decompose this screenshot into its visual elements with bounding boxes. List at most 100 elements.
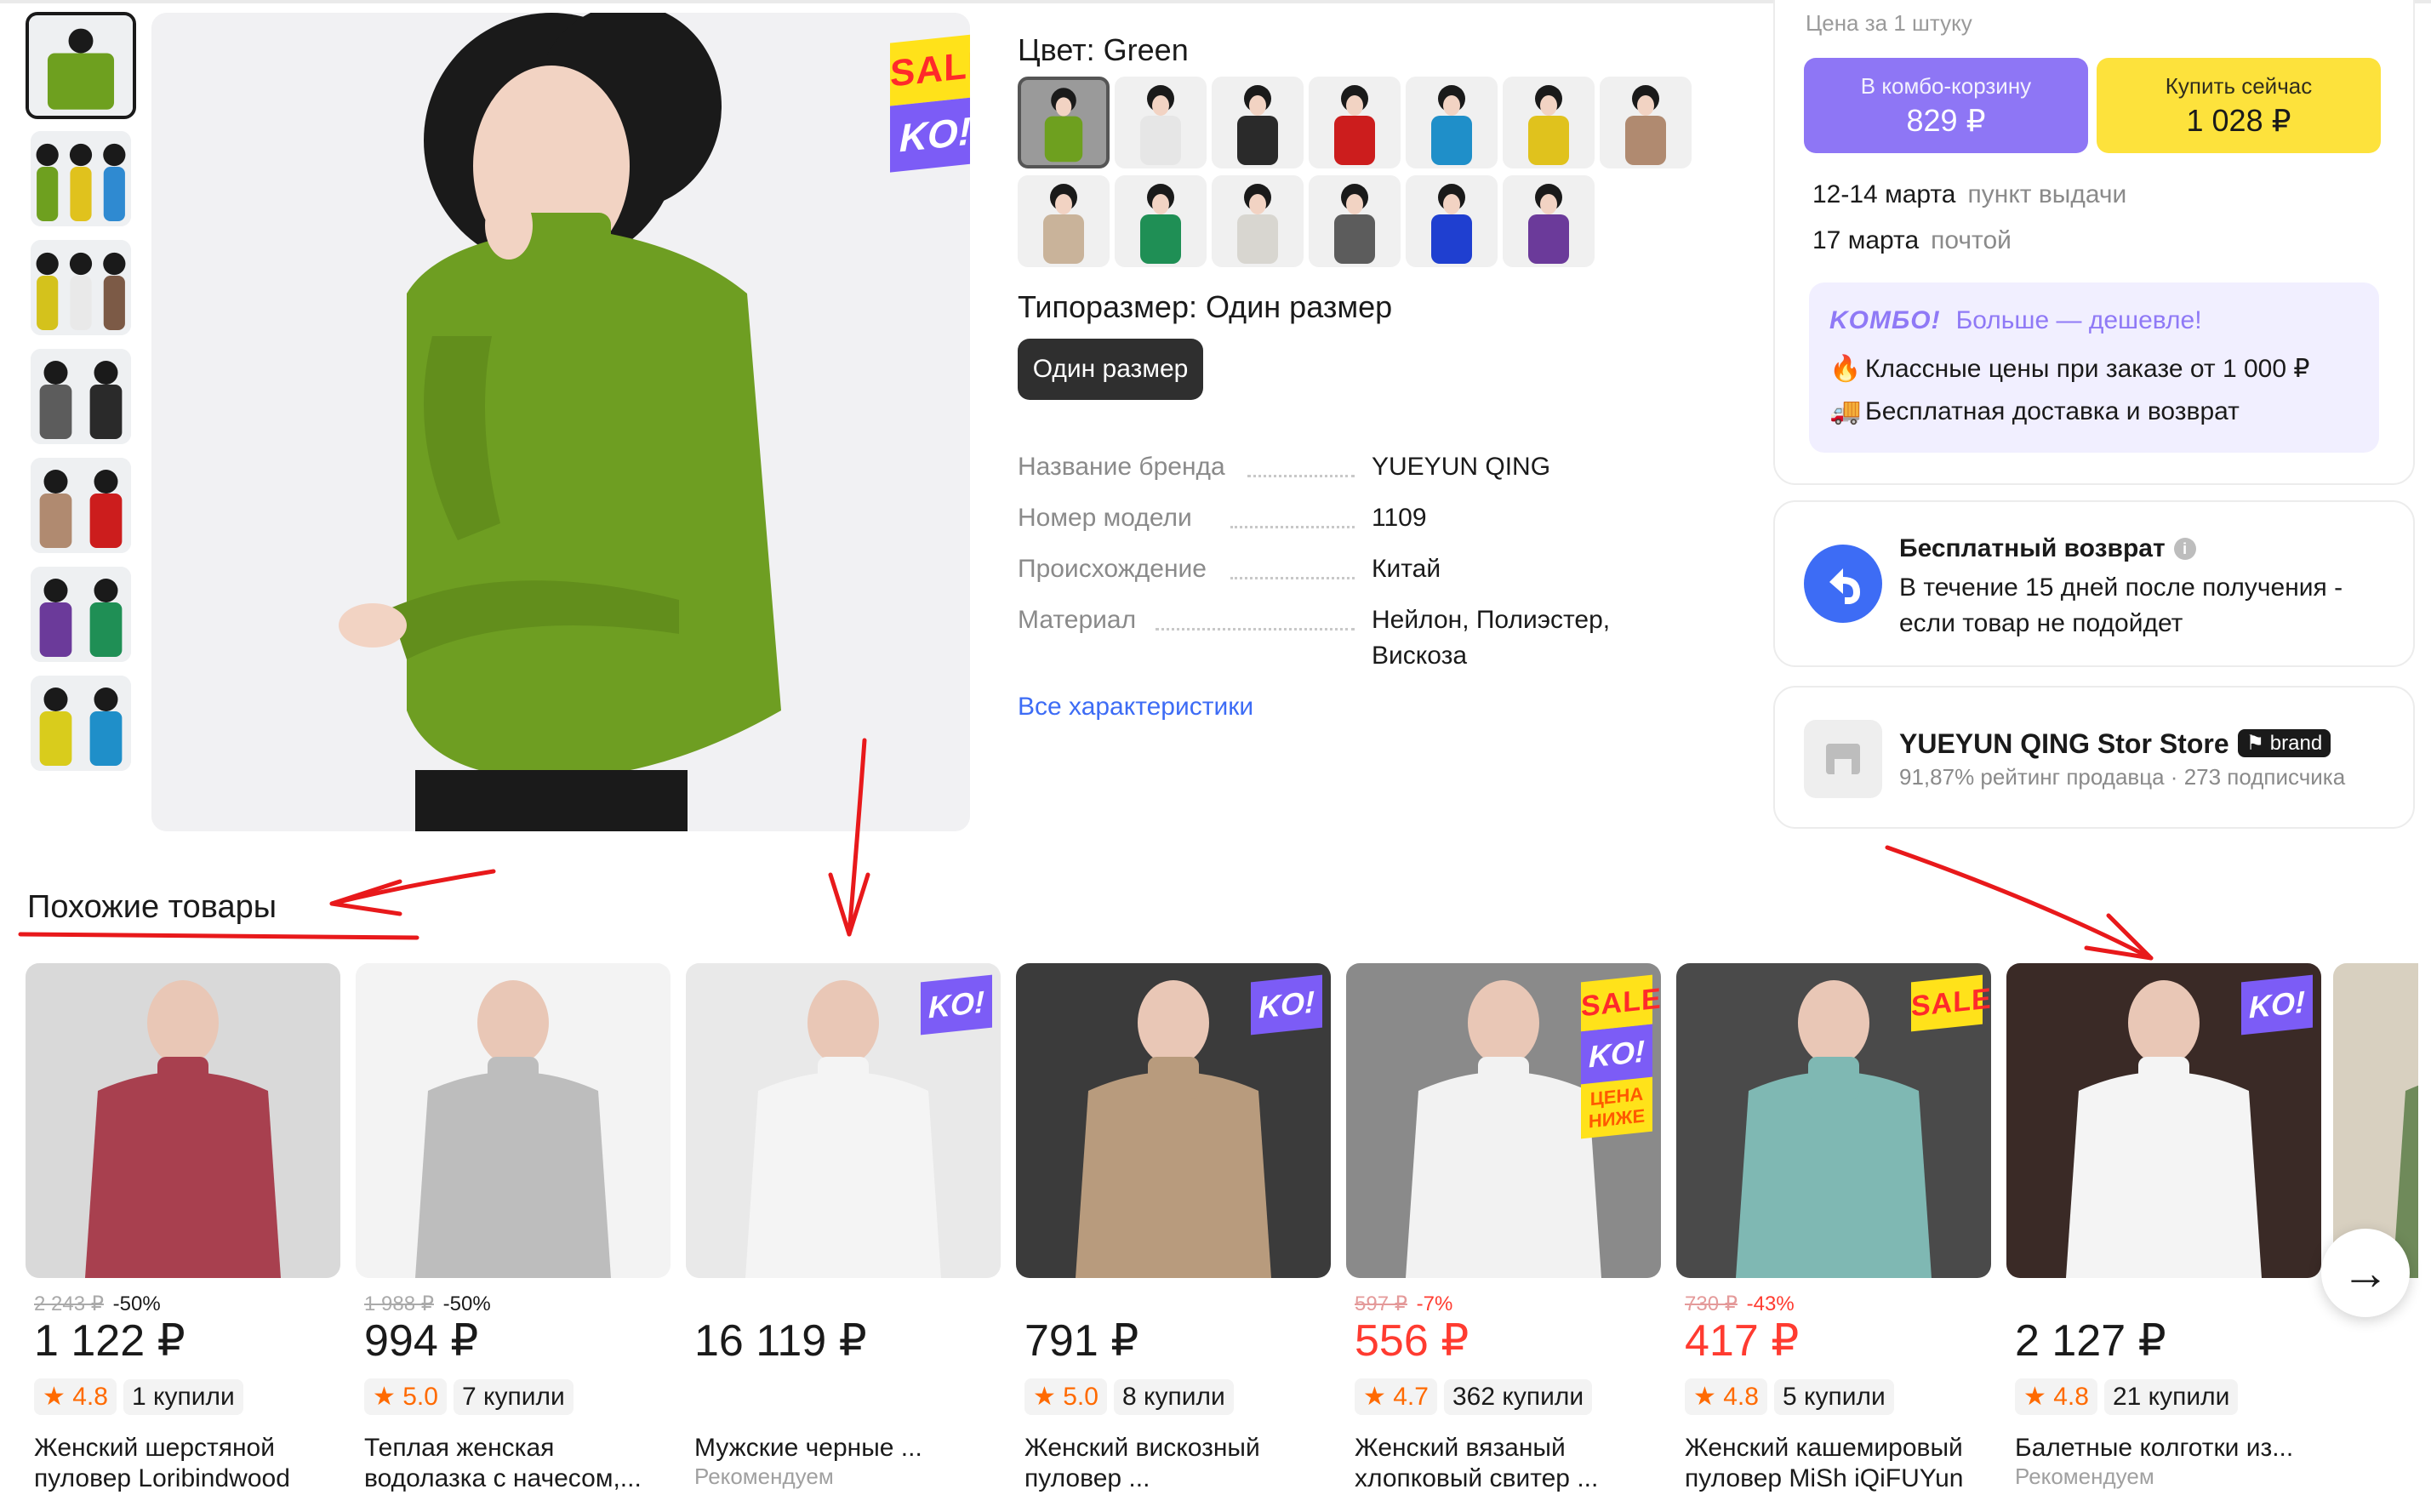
size-label: Типоразмер: Один размер (1018, 289, 1393, 324)
color-swatch[interactable] (1018, 175, 1110, 267)
rating-chip: ★ 4.7 (1355, 1378, 1437, 1415)
product-name[interactable]: Балетные колготки из... (2015, 1433, 2321, 1464)
product-badges: KO! (921, 974, 992, 1036)
product-name[interactable]: Женский вязаный (1355, 1433, 1661, 1464)
buy-now-button[interactable]: Купить сейчас 1 028 ₽ (2097, 58, 2381, 153)
old-price-value: 1 988 ₽ (364, 1292, 434, 1315)
size-option-button[interactable]: Один размер (1018, 339, 1203, 400)
product-name[interactable]: Женский кашемировый (1685, 1433, 1991, 1464)
color-swatch[interactable] (1309, 77, 1401, 168)
discount: -50% (442, 1292, 491, 1315)
color-swatch[interactable] (1503, 77, 1595, 168)
product-price: 2 127 ₽ (2015, 1316, 2166, 1366)
combo-line-prices: 🔥 Классные цены при заказе от 1 000 ₽ (1829, 354, 2309, 384)
combo-line-text: Бесплатная доставка и возврат (1865, 397, 2240, 425)
product-card[interactable]: SALE 730 ₽ -43% 417 ₽ ★ 4.8 5 купили Женский … (1676, 963, 1991, 1492)
delivery-date: 12-14 марта (1812, 180, 1956, 208)
product-name[interactable]: Женский шерстяной (34, 1433, 340, 1464)
store-stats: 91,87% рейтинг продавца · 273 подписчика (1899, 764, 2346, 790)
product-card[interactable]: SALE KO! ЦЕНА НИЖЕ 597 ₽ -7% 556 ₽ ★ 4.7 362 к… (1346, 963, 1661, 1492)
product-badges: SALE (1911, 974, 1991, 1032)
discount: -50% (112, 1292, 161, 1315)
spec-key: Материал (1018, 606, 1137, 634)
spec-dots (1230, 526, 1355, 528)
old-price-value: 2 243 ₽ (34, 1292, 104, 1315)
color-swatch[interactable] (1115, 175, 1207, 267)
add-to-combo-button[interactable]: В комбо-корзину 829 ₽ (1804, 58, 2088, 153)
rating-chip: ★ 5.0 (364, 1378, 447, 1415)
product-image[interactable] (26, 963, 340, 1278)
main-photo-illustration (151, 13, 970, 831)
bought-count: 7 купили (453, 1379, 574, 1415)
product-price: 1 122 ₽ (34, 1316, 185, 1366)
store-name[interactable]: YUEYUN QING Stor Store ⚑ brand (1899, 728, 2331, 760)
discount: -43% (1746, 1292, 1795, 1315)
ko-badge: KO! (890, 96, 970, 173)
color-swatch[interactable] (1309, 175, 1401, 267)
color-swatch[interactable] (1212, 175, 1304, 267)
color-swatch[interactable] (1212, 77, 1304, 168)
product-image[interactable] (356, 963, 671, 1278)
gallery-thumbnail[interactable] (31, 349, 131, 444)
product-image[interactable]: KO! (2006, 963, 2321, 1278)
star-icon: ★ (2023, 1383, 2046, 1411)
discount: -7% (1416, 1292, 1453, 1315)
buy-button-price: 1 028 ₽ (2186, 103, 2291, 138)
color-swatch[interactable] (1406, 175, 1498, 267)
product-name-line2[interactable]: пуловер ... (1024, 1464, 1331, 1494)
product-badges: KO! (1251, 974, 1322, 1036)
product-name-line2[interactable]: хлопковый свитер ... (1355, 1464, 1661, 1494)
main-product-photo[interactable]: SALE KO! (151, 13, 970, 831)
combo-promo[interactable]: KOMБO! Больше — дешевле! 🔥 Классные цены п… (1809, 282, 2379, 453)
spec-value: YUEYUN QING (1372, 453, 1551, 481)
product-image[interactable]: KO! (1016, 963, 1331, 1278)
color-swatch[interactable] (1115, 77, 1207, 168)
gallery-thumbnail[interactable] (31, 567, 131, 662)
store-name-text: YUEYUN QING Stor Store (1899, 728, 2229, 759)
product-card[interactable]: KO! 2 127 ₽ ★ 4.8 21 купили Балетные колготк… (2006, 963, 2321, 1489)
bought-count: 8 купили (1113, 1379, 1234, 1415)
product-name[interactable]: Мужские черные ... (694, 1433, 1001, 1464)
rating-value: 4.8 (1723, 1383, 1759, 1411)
color-swatch[interactable] (1018, 77, 1110, 168)
color-swatch[interactable] (1503, 175, 1595, 267)
gallery-thumbnail[interactable] (31, 458, 131, 553)
gallery-thumbnail[interactable] (26, 12, 136, 119)
recommended-label: Рекомендуем (694, 1464, 834, 1489)
color-swatch[interactable] (1600, 77, 1692, 168)
rating-chip: ★ 4.8 (2015, 1378, 2097, 1415)
old-price: 597 ₽ -7% (1355, 1292, 1452, 1316)
product-name-line2[interactable]: водолазка с начесом,... (364, 1464, 671, 1494)
product-name[interactable]: Теплая женская (364, 1433, 671, 1464)
product-name-line2[interactable]: пуловер Loribindwood (34, 1464, 340, 1494)
store-subscribers: 273 подписчика (2183, 764, 2346, 790)
gallery-thumbnail[interactable] (31, 240, 131, 335)
color-swatch[interactable] (1406, 77, 1498, 168)
color-label: Цвет: Green (1018, 32, 1189, 67)
star-icon: ★ (43, 1383, 66, 1411)
product-card[interactable]: KO! 16 119 ₽ Мужские черные ... Рекомендуем (686, 963, 1001, 1489)
product-card[interactable]: 1 988 ₽ -50% 994 ₽ ★ 5.0 7 купили Теплая жен… (356, 963, 671, 1492)
spec-key: Название бренда (1018, 453, 1225, 481)
product-name[interactable]: Женский вискозный (1024, 1433, 1331, 1464)
product-image[interactable]: KO! (686, 963, 1001, 1278)
gallery-thumbnail[interactable] (31, 131, 131, 226)
product-card[interactable]: KO! 791 ₽ ★ 5.0 8 купили Женский вискозный пу… (1016, 963, 1331, 1492)
truck-icon: 🚚 (1829, 397, 1862, 425)
spec-row-origin: Происхождение Китай (1018, 555, 1664, 591)
sale-badge: SALE (1911, 974, 1991, 1032)
product-name-line2[interactable]: пуловер MiSh iQiFUYun (1685, 1464, 1991, 1494)
all-specs-link[interactable]: Все характеристики (1018, 693, 1253, 722)
info-icon[interactable]: i (2173, 538, 2196, 560)
product-image[interactable]: SALE (1676, 963, 1991, 1278)
gallery-thumbnail[interactable] (31, 676, 131, 771)
return-text: В течение 15 дней после получения - если… (1899, 573, 2343, 637)
product-meta: ★ 5.0 7 купили (364, 1378, 580, 1415)
buy-button-label: Купить сейчас (2165, 73, 2313, 99)
rating-chip: ★ 5.0 (1024, 1378, 1107, 1415)
product-card[interactable]: 2 243 ₽ -50% 1 122 ₽ ★ 4.8 1 купили Женский … (26, 963, 340, 1492)
ko-badge: KO! (2241, 974, 2313, 1036)
product-image[interactable]: SALE KO! ЦЕНА НИЖЕ (1346, 963, 1661, 1278)
carousel-next-button[interactable]: → (2321, 1229, 2410, 1317)
return-arrow-icon (1804, 545, 1882, 623)
